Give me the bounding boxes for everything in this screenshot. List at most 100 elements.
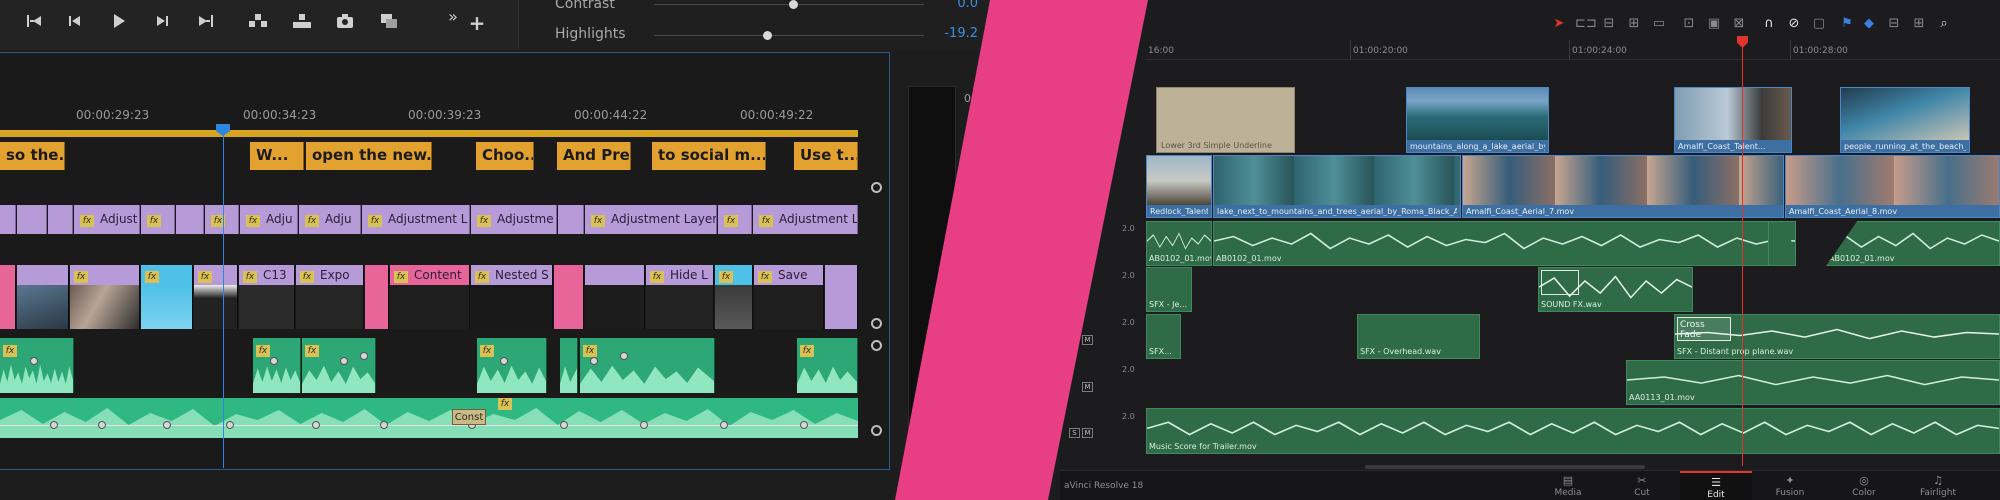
snapping-icon[interactable]: ∩ [1760, 16, 1778, 32]
select-tool-icon[interactable]: ➤ [1550, 16, 1568, 32]
keyframe[interactable] [98, 421, 106, 429]
keyframe[interactable] [163, 421, 171, 429]
video-clip[interactable] [585, 265, 645, 329]
keyframe[interactable] [720, 421, 728, 429]
video-clip[interactable] [554, 265, 584, 329]
subtitle-clip[interactable]: And Pre... [557, 142, 631, 170]
tab-color[interactable]: ◎ Color [1828, 471, 1900, 500]
blade-tool-icon[interactable]: ⊞ [1625, 16, 1643, 32]
keyframe[interactable] [590, 357, 598, 365]
video-clip[interactable]: Amalfi_Coast_Talent... [1674, 87, 1792, 153]
video-clip[interactable]: lake_next_to_mountains_and_trees_aerial_… [1213, 155, 1461, 218]
video-clip[interactable] [825, 265, 858, 329]
adjustment-clip[interactable]: fx Adju [240, 205, 298, 234]
adjustment-clip[interactable] [176, 205, 204, 234]
audio-clip[interactable]: SFX... [1146, 314, 1181, 359]
solo-button[interactable]: S [1069, 428, 1080, 438]
video-clip[interactable]: fx C13 [239, 265, 295, 329]
audio-clip[interactable]: Music Score for Trailer.mov [1146, 408, 2000, 454]
video-clip[interactable] [0, 265, 16, 329]
video-clip[interactable]: fx [70, 265, 140, 329]
video-clip[interactable]: Redlock_Talent_3... [1146, 155, 1212, 218]
adjustment-clip[interactable]: fx Adjustment L [753, 205, 858, 234]
keyframe[interactable] [270, 357, 278, 365]
keyframe[interactable] [500, 357, 508, 365]
keyframe[interactable] [560, 421, 568, 429]
trim-tool-icon[interactable]: ⊏⊐ [1575, 16, 1597, 32]
constant-power-transition[interactable]: Const [452, 409, 486, 425]
insert-clip-icon[interactable]: ⊡ [1680, 16, 1698, 32]
video-clip[interactable]: fx Hide L [646, 265, 714, 329]
crossfade-transition[interactable]: Cross Fade [1677, 317, 1731, 341]
audio-clip[interactable]: AB0102_01.mov [1213, 221, 1796, 266]
audio-clip[interactable]: fx [477, 338, 547, 393]
keyframe[interactable] [360, 352, 368, 360]
video-clip[interactable]: fx [194, 265, 238, 329]
tab-fairlight[interactable]: ♫ Fairlight [1902, 471, 1974, 500]
highlights-slider-knob[interactable] [763, 31, 772, 40]
adjustment-clip[interactable]: fx [718, 205, 752, 234]
track-circle-icon[interactable] [871, 182, 882, 193]
replace-clip-icon[interactable]: ⊠ [1730, 16, 1748, 32]
audio-clip[interactable]: AA0113_01.mov [1626, 360, 2000, 405]
mark-in-button[interactable] [20, 9, 50, 33]
insert-button[interactable] [243, 9, 273, 33]
video-clip[interactable]: fx [715, 265, 753, 329]
adjustment-clip[interactable]: fx [205, 205, 239, 234]
contrast-value[interactable]: 0.0 [957, 0, 978, 11]
keyframe[interactable] [50, 421, 58, 429]
audio-clip[interactable]: fx [580, 338, 715, 393]
subtitle-clip[interactable]: to social m... [652, 142, 766, 170]
keyframe[interactable] [640, 421, 648, 429]
export-frame-button[interactable] [330, 9, 360, 33]
search-zoom-icon[interactable]: ⌕ [1935, 16, 1953, 32]
adjustment-clip[interactable]: fx Adjustment L [362, 205, 470, 234]
link-icon[interactable]: ⊘ [1785, 16, 1803, 32]
audio-clip[interactable]: AB0102_01.mov [1146, 221, 1212, 266]
zoom-detail-icon[interactable]: ⊞ [1910, 16, 1928, 32]
keyframe[interactable] [30, 357, 38, 365]
add-button[interactable]: + [462, 11, 492, 35]
title-clip[interactable]: Lower 3rd Simple Underline [1156, 87, 1295, 153]
keyframe[interactable] [226, 421, 234, 429]
adjustment-clip[interactable] [0, 205, 16, 234]
adjustment-clip[interactable] [48, 205, 73, 234]
lock-icon[interactable]: ▢ [1810, 16, 1828, 32]
step-back-button[interactable] [60, 9, 90, 33]
audio-clip[interactable]: fx [0, 338, 74, 393]
overwrite-clip-icon[interactable]: ▣ [1705, 16, 1723, 32]
adjustment-clip[interactable] [558, 205, 584, 234]
video-clip[interactable]: fx Expo [296, 265, 364, 329]
audio-clip[interactable]: fx [253, 338, 301, 393]
subtitle-clip[interactable]: Choo... [476, 142, 534, 170]
overwrite-button[interactable] [287, 9, 317, 33]
keyframe[interactable] [312, 421, 320, 429]
subtitle-clip[interactable]: so the... [0, 142, 65, 170]
video-clip[interactable]: people_running_at_the_beach_in_brig... [1840, 87, 1970, 153]
tab-media[interactable]: ▤ Media [1532, 471, 1604, 500]
audio-clip[interactable]: SFX - Overhead.wav [1357, 314, 1480, 359]
highlights-value[interactable]: -19.2 [944, 26, 978, 41]
audio-clip[interactable]: fx [302, 338, 376, 393]
video-clip[interactable]: fx Save [754, 265, 824, 329]
subtitle-clip[interactable]: W... [250, 142, 304, 170]
dynamic-trim-icon[interactable]: ⊟ [1600, 16, 1618, 32]
timeline-scrollbar[interactable] [1365, 465, 1645, 469]
volume-rubberband[interactable] [0, 425, 858, 426]
play-button[interactable] [104, 9, 134, 33]
zoom-full-icon[interactable]: ⊟ [1885, 16, 1903, 32]
video-clip[interactable]: mountains_along_a_lake_aerial_by_Roma... [1406, 87, 1549, 153]
audio-clip[interactable]: fx [797, 338, 858, 393]
mute-button[interactable]: M [1082, 428, 1093, 438]
contrast-slider[interactable] [654, 0, 924, 9]
audio-clip[interactable]: SFX - Je... [1146, 267, 1192, 312]
adjustment-clip[interactable]: fx Adju [299, 205, 361, 234]
marker-icon[interactable]: ◆ [1860, 16, 1878, 32]
tab-cut[interactable]: ✂ Cut [1606, 471, 1678, 500]
razor-icon[interactable]: ▭ [1650, 16, 1668, 32]
tab-fusion[interactable]: ✦ Fusion [1754, 471, 1826, 500]
music-audio-clip[interactable] [0, 398, 858, 438]
keyframe[interactable] [340, 357, 348, 365]
track-circle-icon[interactable] [871, 318, 882, 329]
video-clip[interactable]: fx [141, 265, 193, 329]
